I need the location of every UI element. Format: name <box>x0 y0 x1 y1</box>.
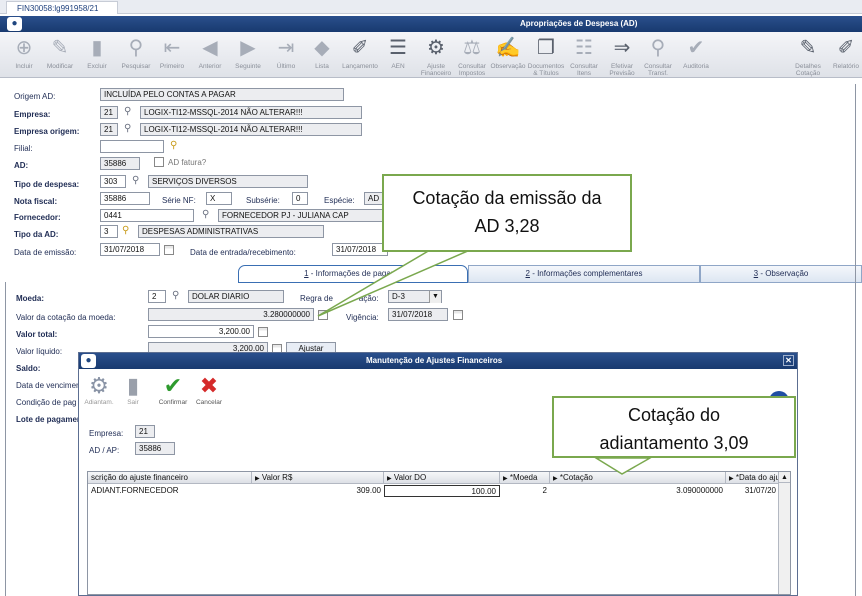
callout-adiantamento-line1: Cotação do <box>627 405 721 425</box>
callout-pointers <box>317 249 653 475</box>
callout-emissao-pointer <box>317 249 471 317</box>
callout-emissao: Cotação da emissão da AD 3,28 <box>382 174 632 252</box>
callout-adiantamento-pointer <box>593 457 653 475</box>
callout-adiantamento: Cotação do adiantamento 3,09 <box>552 396 796 458</box>
callout-emissao-line1: Cotação da emissão da <box>412 188 602 208</box>
callout-emissao-line2: AD 3,28 <box>474 216 540 236</box>
callout-adiantamento-line2: adiantamento 3,09 <box>599 433 749 453</box>
